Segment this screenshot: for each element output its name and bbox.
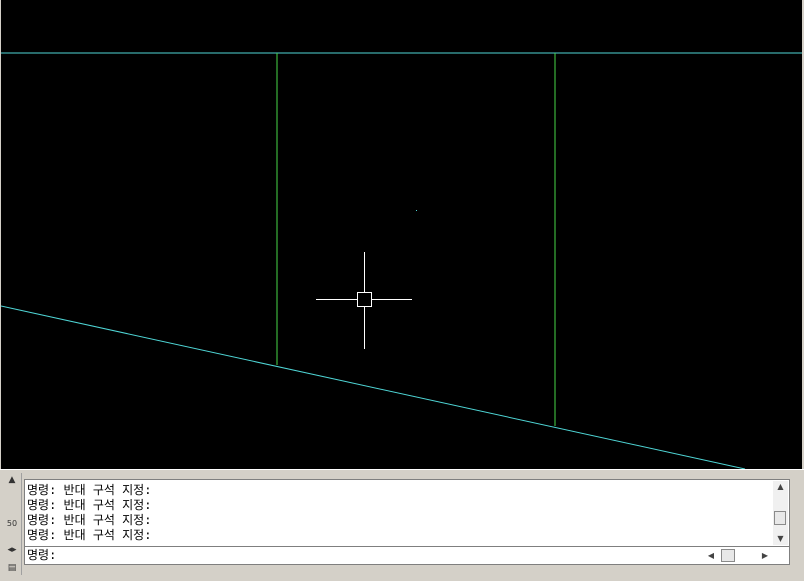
command-prompt-label: 명령:: [27, 548, 57, 562]
command-prompt[interactable]: 명령: ◀ ▶: [24, 547, 790, 565]
vertical-scrollbar[interactable]: ▲ ▼: [773, 481, 788, 545]
command-history[interactable]: 명령: 반대 구석 지정: 명령: 반대 구석 지정: 명령: 반대 구석 지정…: [24, 479, 790, 547]
scroll-up-icon[interactable]: ▲: [773, 481, 788, 493]
crosshair-cursor: [316, 252, 412, 349]
history-line: 명령: 반대 구석 지정:: [27, 528, 152, 542]
scroll-right-icon[interactable]: ▶: [759, 548, 771, 563]
properties-icon[interactable]: ▤: [5, 563, 19, 573]
vertical-scroll-thumb[interactable]: [774, 511, 786, 525]
scroll-down-icon[interactable]: ▼: [773, 533, 788, 545]
side-label: 50: [6, 519, 18, 528]
pin-icon[interactable]: ▲: [5, 475, 19, 485]
history-line: 명령: 반대 구석 지정:: [27, 498, 152, 512]
dot-marker: [416, 210, 417, 211]
drawing-canvas[interactable]: [1, 0, 802, 469]
horizontal-scroll-thumb[interactable]: [721, 549, 735, 562]
history-line: 명령: 반대 구석 지정:: [27, 483, 152, 497]
scroll-left-icon[interactable]: ◀: [705, 548, 717, 563]
history-line: 명령: 반대 구석 지정:: [27, 513, 152, 527]
horizontal-scrollbar[interactable]: ◀ ▶: [705, 548, 771, 563]
command-window: ▲ 50 ◂▸ ▤ 명령: 반대 구석 지정: 명령: 반대 구석 지정: 명령…: [0, 469, 804, 581]
resize-arrows-icon[interactable]: ◂▸: [5, 545, 19, 555]
cyan-diagonal-line[interactable]: [1, 305, 746, 469]
command-window-grip[interactable]: ▲ 50 ◂▸ ▤: [3, 473, 22, 575]
